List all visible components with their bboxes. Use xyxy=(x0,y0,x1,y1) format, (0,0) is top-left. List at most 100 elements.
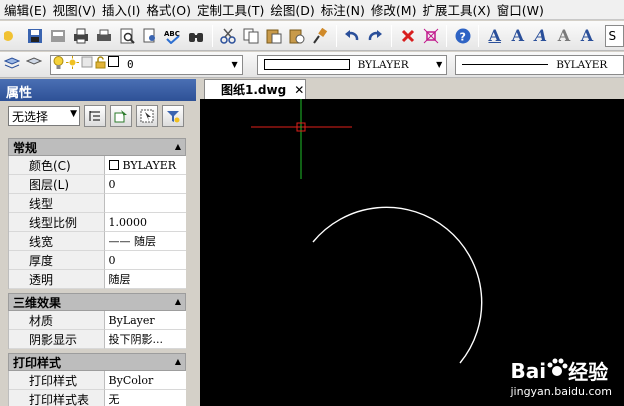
prop-row-linetype-scale[interactable]: 线型比例 1.0000 xyxy=(8,213,186,232)
layer-color-swatch xyxy=(108,56,119,73)
menu-window[interactable]: 窗口(W) xyxy=(497,0,550,19)
prop-value[interactable]: 0 xyxy=(104,251,186,270)
print-icon[interactable] xyxy=(70,25,91,47)
group-plot-style-header[interactable]: 打印样式 ▲ xyxy=(8,353,186,371)
prop-value[interactable]: ByColor xyxy=(104,371,186,390)
layer-dropdown[interactable]: 0 ▼ xyxy=(50,54,243,75)
toolbar-separator xyxy=(446,24,448,47)
linetype-value: BYLAYER xyxy=(556,58,608,71)
toolbar-separator xyxy=(211,24,213,47)
prop-name: 图层(L) xyxy=(9,175,105,194)
prop-row-color[interactable]: 颜色(C) BYLAYER xyxy=(8,156,186,175)
undo-icon[interactable] xyxy=(342,25,363,47)
prop-row-plot-style[interactable]: 打印样式 ByColor xyxy=(8,371,186,390)
explode-icon[interactable] xyxy=(420,25,441,47)
cut-icon[interactable] xyxy=(218,25,239,47)
prop-row-plot-style-table[interactable]: 打印样式表 无 xyxy=(8,390,186,406)
quick-select-button[interactable] xyxy=(136,105,158,127)
paste-icon[interactable] xyxy=(264,25,285,47)
lock-icon xyxy=(95,56,106,73)
prop-row-material[interactable]: 材质 ByLayer xyxy=(8,311,186,330)
help-icon[interactable]: ? xyxy=(452,25,473,47)
prop-value[interactable]: —— 随层 xyxy=(104,232,186,251)
group-title: 打印样式 xyxy=(13,355,62,370)
prop-row-thickness[interactable]: 厚度 0 xyxy=(8,251,186,270)
prop-value[interactable]: 随层 xyxy=(104,270,186,289)
document-tab[interactable]: 图纸1.dwg ✕ xyxy=(204,79,306,99)
svg-text:?: ? xyxy=(459,30,465,43)
prop-row-shadow-display[interactable]: 阴影显示 投下阴影... xyxy=(8,330,186,349)
save-as-icon[interactable] xyxy=(47,25,68,47)
layer-manager-icon[interactable] xyxy=(1,54,23,76)
text-style-icon[interactable]: A xyxy=(484,25,505,47)
print-preview-icon[interactable] xyxy=(116,25,137,47)
viewport-freeze-icon xyxy=(81,56,93,73)
collapse-icon[interactable]: ▲ xyxy=(175,297,181,306)
find-icon[interactable] xyxy=(186,25,207,47)
group-general-header[interactable]: 常规 ▲ xyxy=(8,138,186,156)
text-spell-icon[interactable]: A xyxy=(553,25,574,47)
collapse-icon[interactable]: ▲ xyxy=(175,142,181,151)
layer-value: 0 xyxy=(127,58,134,71)
prop-row-transparency[interactable]: 透明 随层 xyxy=(8,270,186,289)
chevron-down-icon[interactable]: ▼ xyxy=(70,109,77,119)
prop-value[interactable]: 1.0000 xyxy=(104,213,186,232)
prop-value[interactable]: 0 xyxy=(104,175,186,194)
menu-custom-tools[interactable]: 定制工具(T) xyxy=(197,0,270,19)
group-title: 三维效果 xyxy=(13,295,62,310)
plot-icon[interactable] xyxy=(93,25,114,47)
save-icon[interactable] xyxy=(24,25,45,47)
filter-button[interactable] xyxy=(162,105,184,127)
property-grid: 常规 ▲ 颜色(C) BYLAYER 图层(L) 0 线型 线型比例 1.000… xyxy=(8,138,186,406)
prop-name: 线型 xyxy=(9,194,105,213)
menu-view[interactable]: 视图(V) xyxy=(53,0,102,19)
text-edit-icon[interactable]: A xyxy=(530,25,551,47)
filter-icon xyxy=(167,111,180,123)
prop-row-lineweight[interactable]: 线宽 —— 随层 xyxy=(8,232,186,251)
linetype-dropdown[interactable]: BYLAYER xyxy=(455,54,624,75)
menu-modify[interactable]: 修改(M) xyxy=(371,0,423,19)
drawing-canvas[interactable]: Bai 经验 jingyan.baidu.com xyxy=(200,99,624,406)
toggle-pickadd-button[interactable] xyxy=(84,105,106,127)
prop-name: 材质 xyxy=(9,311,105,330)
prop-name: 打印样式表 xyxy=(9,390,105,406)
group-3d-effects-header[interactable]: 三维效果 ▲ xyxy=(8,293,186,311)
menu-insert[interactable]: 插入(I) xyxy=(102,0,146,19)
select-objects-button[interactable] xyxy=(110,105,132,127)
new-file-icon[interactable] xyxy=(1,25,22,47)
prop-row-layer[interactable]: 图层(L) 0 xyxy=(8,175,186,194)
layer-toolbar: 0 ▼ BYLAYER ▼ BYLAYER xyxy=(0,52,624,78)
close-icon[interactable]: ✕ xyxy=(294,83,304,97)
color-dropdown[interactable]: BYLAYER ▼ xyxy=(256,54,448,75)
prop-value[interactable]: BYLAYER xyxy=(104,156,186,175)
prop-row-linetype[interactable]: 线型 xyxy=(8,194,186,213)
menu-format[interactable]: 格式(O) xyxy=(146,0,197,19)
previous-layer-icon[interactable] xyxy=(23,54,45,76)
erase-icon[interactable] xyxy=(397,25,418,47)
publish-icon[interactable] xyxy=(139,25,160,47)
text-find-icon[interactable]: A xyxy=(576,25,597,47)
copy-icon[interactable] xyxy=(241,25,262,47)
chevron-down-icon[interactable]: ▼ xyxy=(432,56,446,74)
spell-check-icon[interactable]: ABC xyxy=(162,25,183,47)
single-line-text-icon[interactable]: A xyxy=(507,25,528,47)
menu-draw[interactable]: 绘图(D) xyxy=(270,0,320,19)
menu-edit[interactable]: 编辑(E) xyxy=(4,0,53,19)
prop-value-text: BYLAYER xyxy=(122,158,177,172)
redo-icon[interactable] xyxy=(365,25,386,47)
toolbar-separator xyxy=(391,24,392,47)
chevron-down-icon[interactable]: ▼ xyxy=(228,56,242,74)
match-properties-icon[interactable] xyxy=(310,25,331,47)
prop-value[interactable]: 投下阴影... xyxy=(104,330,186,349)
watermark-logo: Bai 经验 xyxy=(510,356,612,385)
menu-extension-tools[interactable]: 扩展工具(X) xyxy=(422,0,496,19)
paw-icon xyxy=(546,358,568,383)
prop-value[interactable] xyxy=(104,194,186,213)
paste-special-icon[interactable] xyxy=(287,25,308,47)
collapse-icon[interactable]: ▲ xyxy=(175,357,181,366)
text-style-field[interactable]: S xyxy=(604,24,624,47)
prop-value[interactable]: 无 xyxy=(104,390,186,406)
prop-value[interactable]: ByLayer xyxy=(104,311,186,330)
menu-dimension[interactable]: 标注(N) xyxy=(321,0,371,19)
selection-dropdown[interactable]: 无选择 ▼ xyxy=(8,106,80,126)
